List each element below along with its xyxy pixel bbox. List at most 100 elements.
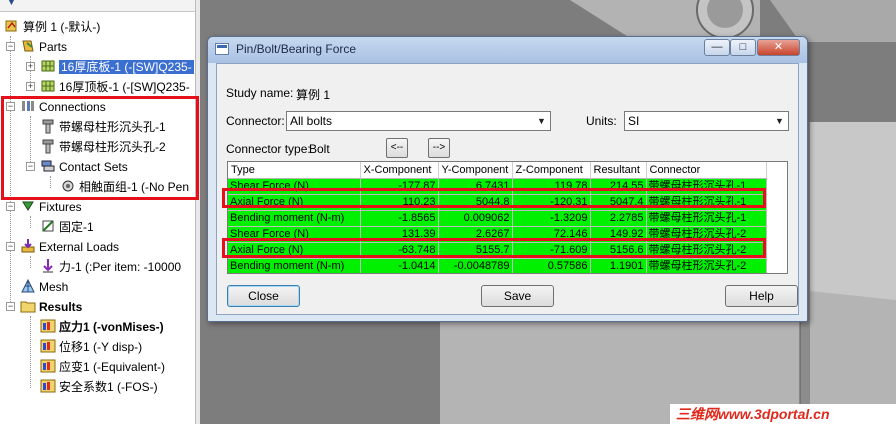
tree-item-mesh-label: Mesh [39,280,69,294]
tree-item-parts-label: Parts [39,40,68,54]
tree-item-part1[interactable]: 16厚底板-1 (-[SW]Q235- [40,57,194,77]
cell-connector: 带螺母柱形沉头孔-1 [646,210,767,227]
cell-resultant: 1.1901 [590,258,647,273]
mesh-icon [21,278,35,293]
tree-root-label: 算例 1 (-默认-) [23,20,101,34]
col-header-resultant[interactable]: Resultant [590,162,647,179]
part-mesh-icon [41,80,55,92]
tree-item-fixtures-label: Fixtures [39,200,82,214]
study-name-label: Study name: [226,86,294,100]
cell-resultant: 2.2785 [590,210,647,227]
close-window-button[interactable]: ✕ [757,39,800,56]
chevron-down-icon[interactable]: ▼ [533,112,550,130]
results-expander[interactable]: − [6,302,15,311]
cell-type: Bending moment (N-m) [228,258,361,273]
col-header-y[interactable]: Y-Component [438,162,513,179]
connector-type-label: Connector type: [226,142,311,156]
cell-y: 0.009062 [438,210,513,227]
tree-item-fixed1[interactable]: 固定-1 [40,217,94,237]
cell-z: 0.57586 [512,258,591,273]
cell-connector: 带螺母柱形沉头孔-2 [646,258,767,273]
previous-connector-button[interactable]: <-- [386,138,408,158]
tree-item-external-loads-label: External Loads [39,240,120,254]
col-header-x[interactable]: X-Component [360,162,439,179]
tree-item-res2[interactable]: 位移1 (-Y disp-) [40,337,142,357]
tree-item-res4[interactable]: 安全系数1 (-FOS-) [40,377,158,397]
displacement-plot-icon [40,339,56,353]
units-select[interactable]: SI ▼ [624,111,789,131]
tree-item-fixed1-label: 固定-1 [59,220,94,234]
next-connector-button[interactable]: --> [428,138,450,158]
part2-expander[interactable]: + [26,82,35,91]
parts-icon [22,40,34,52]
parts-expander[interactable]: − [6,42,15,51]
watermark: 三维网www.3dportal.cn [670,404,896,424]
tree-filter-bar[interactable]: ▼ [0,0,195,12]
connector-select-value: All bolts [290,114,333,128]
tree-item-part2-label: 16厚顶板-1 (-[SW]Q235- [59,80,190,94]
strain-plot-icon [40,359,56,373]
fixtures-expander[interactable]: − [6,202,15,211]
connector-select[interactable]: All bolts ▼ [286,111,551,131]
feature-tree: ▼ 算例 1 (-默认-) − Parts + 16厚底板-1 (-[SW]Q2… [0,0,200,424]
external-loads-expander[interactable]: − [6,242,15,251]
part-mesh-icon [41,60,55,72]
dialog-titlebar[interactable]: Pin/Bolt/Bearing Force — □ ✕ [208,37,807,63]
table-row[interactable]: Bending moment (N-m) -1.8565 0.009062 -1… [228,210,767,227]
axial-force-row2-highlight-box [222,238,766,258]
cell-y: -0.0048789 [438,258,513,273]
connector-type-value: Bolt [309,142,330,156]
tree-item-res1-label: 应力1 (-vonMises-) [59,320,164,334]
part1-expander[interactable]: + [26,62,35,71]
tree-item-res3[interactable]: 应变1 (-Equivalent-) [40,357,165,377]
dialog-title: Pin/Bolt/Bearing Force [236,42,357,56]
stress-plot-icon [40,319,56,333]
tree-item-res4-label: 安全系数1 (-FOS-) [59,380,158,394]
tree-root[interactable]: 算例 1 (-默认-) [4,17,100,37]
pin-bolt-bearing-force-dialog: Pin/Bolt/Bearing Force — □ ✕ Study name:… [207,36,808,322]
study-icon [5,20,17,32]
tree-item-res1[interactable]: 应力1 (-vonMises-) [40,317,164,337]
cell-x: -1.8565 [360,210,439,227]
tree-item-mesh[interactable]: Mesh [20,277,68,297]
tree-item-res3-label: 应变1 (-Equivalent-) [59,360,166,374]
save-button[interactable]: Save [481,285,554,307]
fixtures-icon [22,201,34,211]
external-loads-icon [21,239,35,253]
col-header-type[interactable]: Type [228,162,361,179]
tree-item-force1[interactable]: 力-1 (:Per item: -10000 [40,257,181,277]
tree-item-part1-label: 16厚底板-1 (-[SW]Q235- [59,60,194,74]
table-row[interactable]: Bending moment (N-m) -1.0414 -0.0048789 … [228,258,767,273]
fixed-geometry-icon [42,220,54,232]
maximize-button[interactable]: □ [730,39,756,56]
filter-icon[interactable]: ▼ [6,0,17,8]
tree-item-external-loads[interactable]: External Loads [20,237,119,257]
tree-item-results-label: Results [39,300,83,314]
tree-item-fixtures[interactable]: Fixtures [20,197,82,217]
cell-z: -1.3209 [512,210,591,227]
tree-item-res2-label: 位移1 (-Y disp-) [59,340,143,354]
connections-highlight-box [1,96,199,200]
cell-type: Bending moment (N-m) [228,210,361,227]
results-folder-icon [20,301,36,313]
chevron-down-icon[interactable]: ▼ [771,112,788,130]
tree-item-force1-label: 力-1 (:Per item: -10000 [59,260,182,274]
factor-of-safety-icon [40,379,56,393]
connector-label: Connector: [226,114,285,128]
units-select-value: SI [628,114,640,128]
units-label: Units: [586,114,617,128]
tree-item-parts[interactable]: Parts [20,37,67,57]
axial-force-row1-highlight-box [222,188,766,208]
table-header-row: Type X-Component Y-Component Z-Component… [228,162,767,179]
tree-item-part2[interactable]: 16厚顶板-1 (-[SW]Q235- [40,77,190,97]
minimize-button[interactable]: — [704,39,730,56]
cell-x: -1.0414 [360,258,439,273]
window-icon [215,43,229,55]
help-button[interactable]: Help [725,285,798,307]
col-header-z[interactable]: Z-Component [512,162,591,179]
close-button[interactable]: Close [227,285,300,307]
col-header-connector[interactable]: Connector [646,162,767,179]
study-name-value: 算例 1 [296,88,331,102]
force-arrow-icon [43,259,53,273]
tree-item-results[interactable]: Results [20,297,82,317]
